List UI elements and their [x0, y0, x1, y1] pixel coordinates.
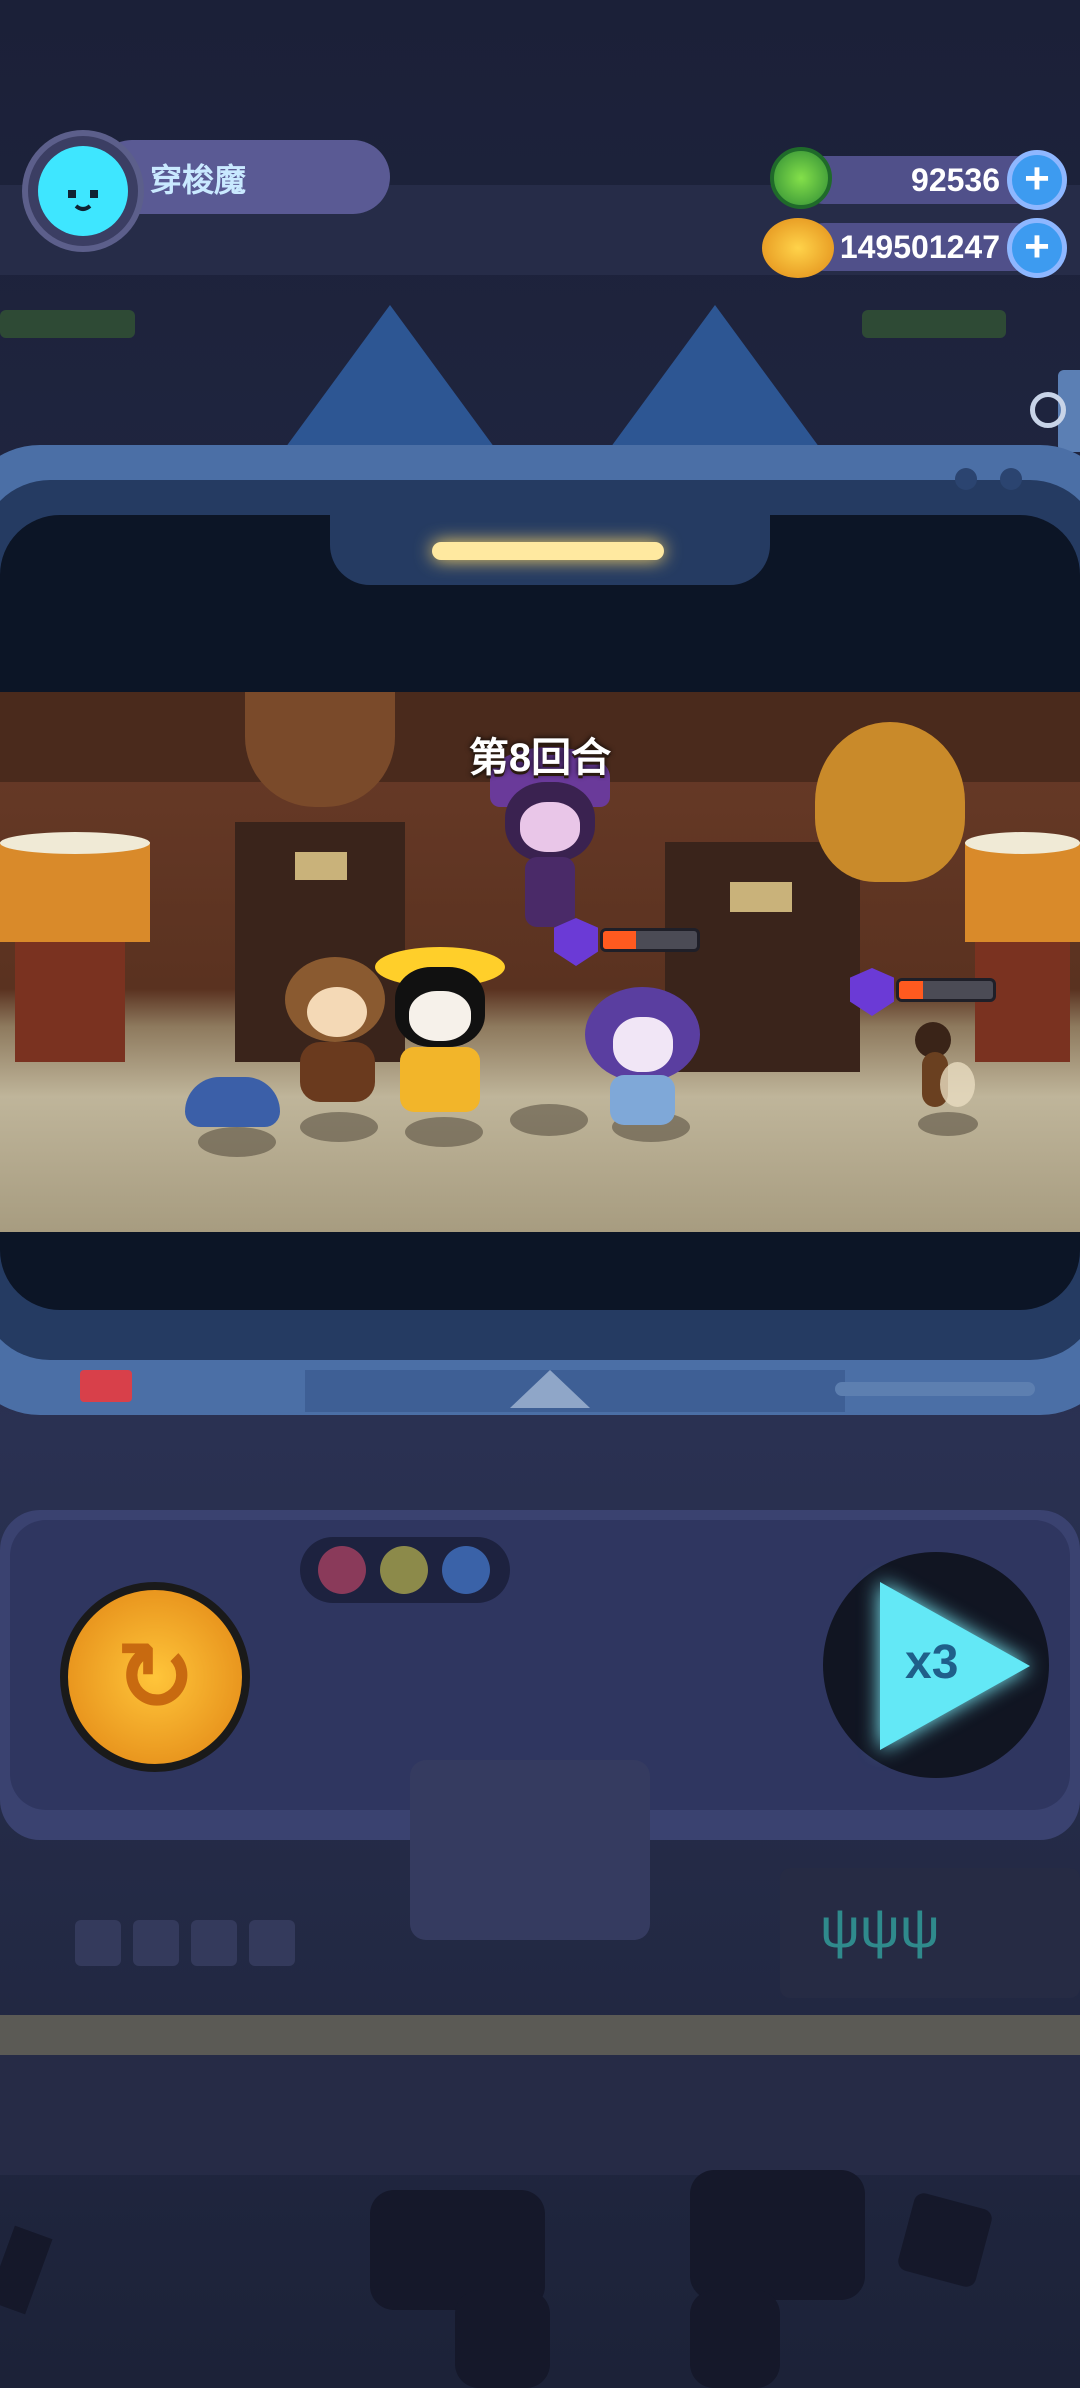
- hp-fill: [899, 981, 923, 999]
- hp-fill: [603, 931, 636, 949]
- pipe: [690, 2290, 780, 2388]
- monitor-red-indicator: [80, 1370, 132, 1402]
- hp-bar: [896, 978, 996, 1002]
- bg-light-right: [862, 310, 1006, 338]
- green-gem-icon: [770, 147, 832, 209]
- button-row: [75, 1920, 295, 1966]
- blue-slug-unit[interactable]: [185, 1077, 280, 1127]
- unit-shadow: [405, 1117, 483, 1147]
- hp-bar: [600, 928, 700, 952]
- mosquito-enemy[interactable]: [900, 1022, 980, 1122]
- purple-haired-girl-enemy[interactable]: [585, 987, 700, 1127]
- pirate-hat-unit[interactable]: [375, 947, 505, 1117]
- deck-stripe: [0, 2015, 1080, 2055]
- bg-light-left: [0, 310, 135, 338]
- machine-box: [410, 1760, 650, 1940]
- scissors-icon[interactable]: [1030, 392, 1066, 428]
- unit-shadow: [300, 1112, 378, 1142]
- drum-left: [0, 842, 150, 942]
- monitor-bolt: [955, 468, 977, 490]
- cat-ear-left: [280, 305, 500, 455]
- debris: [896, 2191, 994, 2289]
- pedestal-plaque: [730, 882, 792, 912]
- refresh-icon: ↻: [115, 1624, 196, 1731]
- pipe: [455, 2290, 550, 2388]
- cat-ear-right: [605, 305, 825, 455]
- drum-left-top: [0, 832, 150, 854]
- drum-right: [965, 842, 1080, 942]
- coin-count: 149501247: [839, 229, 1000, 265]
- unit-shadow: [198, 1127, 276, 1157]
- round-label: 第8回合: [468, 736, 612, 780]
- indicator-dot: [442, 1546, 490, 1594]
- monitor-bolt: [1000, 468, 1022, 490]
- drum-right-base: [975, 942, 1070, 1062]
- gem-count: 92536: [911, 162, 1000, 198]
- lower-band: [0, 2055, 1080, 2175]
- pedestal-plaque: [295, 852, 347, 880]
- indicator-dot: [380, 1546, 428, 1594]
- drum-right-top: [965, 832, 1080, 854]
- cat-avatar-icon: [38, 146, 128, 236]
- speed-label: x3: [905, 1636, 959, 1689]
- add-coins-button[interactable]: +: [1007, 218, 1067, 278]
- sprout-icons: ψψψ: [820, 1896, 940, 1959]
- player-name: 穿梭魔: [150, 162, 247, 198]
- indicator-dot: [318, 1546, 366, 1594]
- game-screen: { "player": { "name": "穿梭魔" }, "currenci…: [0, 0, 1080, 2388]
- monitor-up-arrow-icon: [510, 1370, 590, 1408]
- add-gems-button[interactable]: +: [1007, 150, 1067, 210]
- debris: [0, 2225, 53, 2315]
- monitor-slot: [835, 1382, 1035, 1396]
- drum-left-base: [15, 942, 125, 1062]
- empty-slot-shadow: [510, 1104, 588, 1136]
- monitor-light-bar: [432, 542, 664, 560]
- pipe: [690, 2170, 865, 2300]
